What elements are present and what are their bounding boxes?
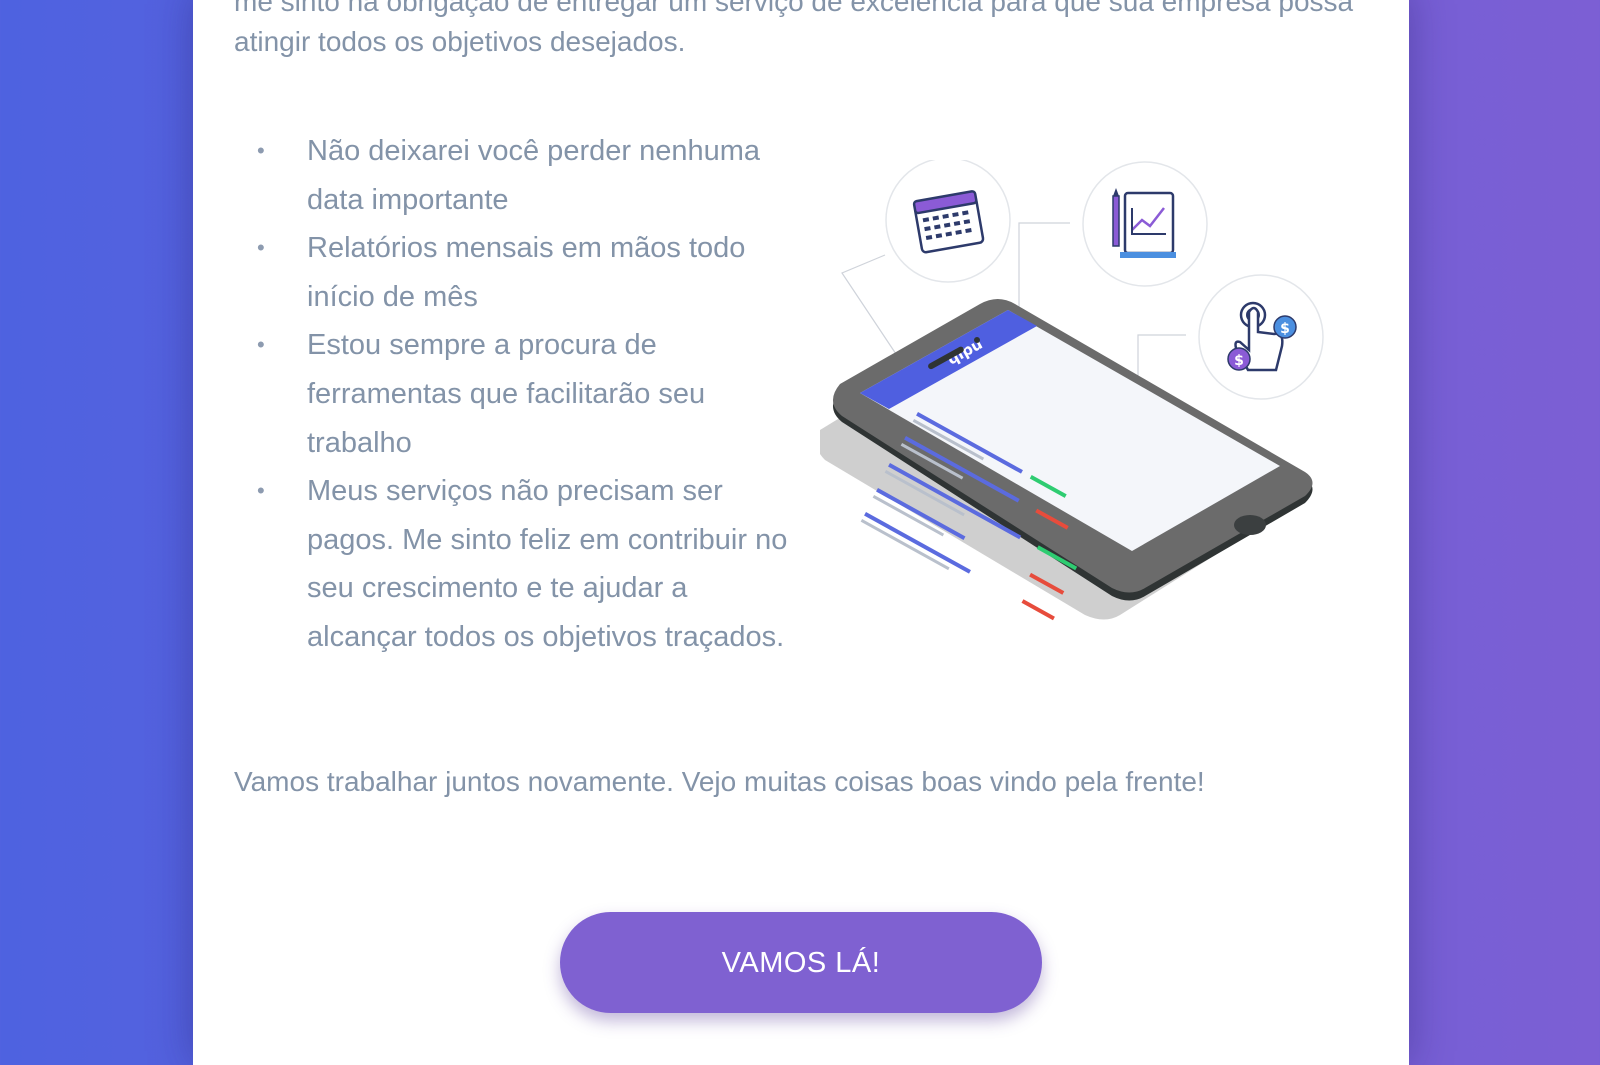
feature-text: Não deixarei você perder nenhuma data im… — [307, 135, 760, 216]
bullet-icon: • — [257, 478, 265, 504]
bullet-icon: • — [257, 332, 265, 358]
feature-text: Meus serviços não precisam ser pagos. Me… — [307, 475, 788, 653]
closing-paragraph: Vamos trabalhar juntos novamente. Vejo m… — [234, 766, 1205, 797]
svg-text:$: $ — [1280, 321, 1290, 337]
feature-item: • Estou sempre a procura de ferramentas … — [234, 321, 794, 467]
phone-illustration: qipu $ $ — [820, 160, 1324, 621]
vamos-la-button[interactable]: VAMOS LÁ! — [560, 912, 1042, 1013]
feature-item: • Meus serviços não precisam ser pagos. … — [234, 467, 794, 661]
intro-paragraph: me sinto na obrigação de entregar um ser… — [234, 0, 1354, 57]
bullet-icon: • — [257, 138, 265, 163]
report-chart-icon — [1082, 161, 1208, 287]
content-card: me sinto na obrigação de entregar um ser… — [193, 0, 1409, 1065]
calendar-icon — [885, 160, 1011, 283]
feature-item: • Relatórios mensais em mãos todo início… — [234, 224, 794, 321]
bullet-icon: • — [257, 235, 265, 261]
feature-item: • Não deixarei você perder nenhuma data … — [234, 127, 794, 224]
feature-text: Estou sempre a procura de ferramentas qu… — [307, 329, 706, 459]
svg-text:$: $ — [1234, 353, 1244, 369]
touch-payment-icon: $ $ — [1198, 274, 1324, 400]
feature-text: Relatórios mensais em mãos todo início d… — [307, 232, 746, 313]
feature-list: • Não deixarei você perder nenhuma data … — [234, 127, 794, 662]
